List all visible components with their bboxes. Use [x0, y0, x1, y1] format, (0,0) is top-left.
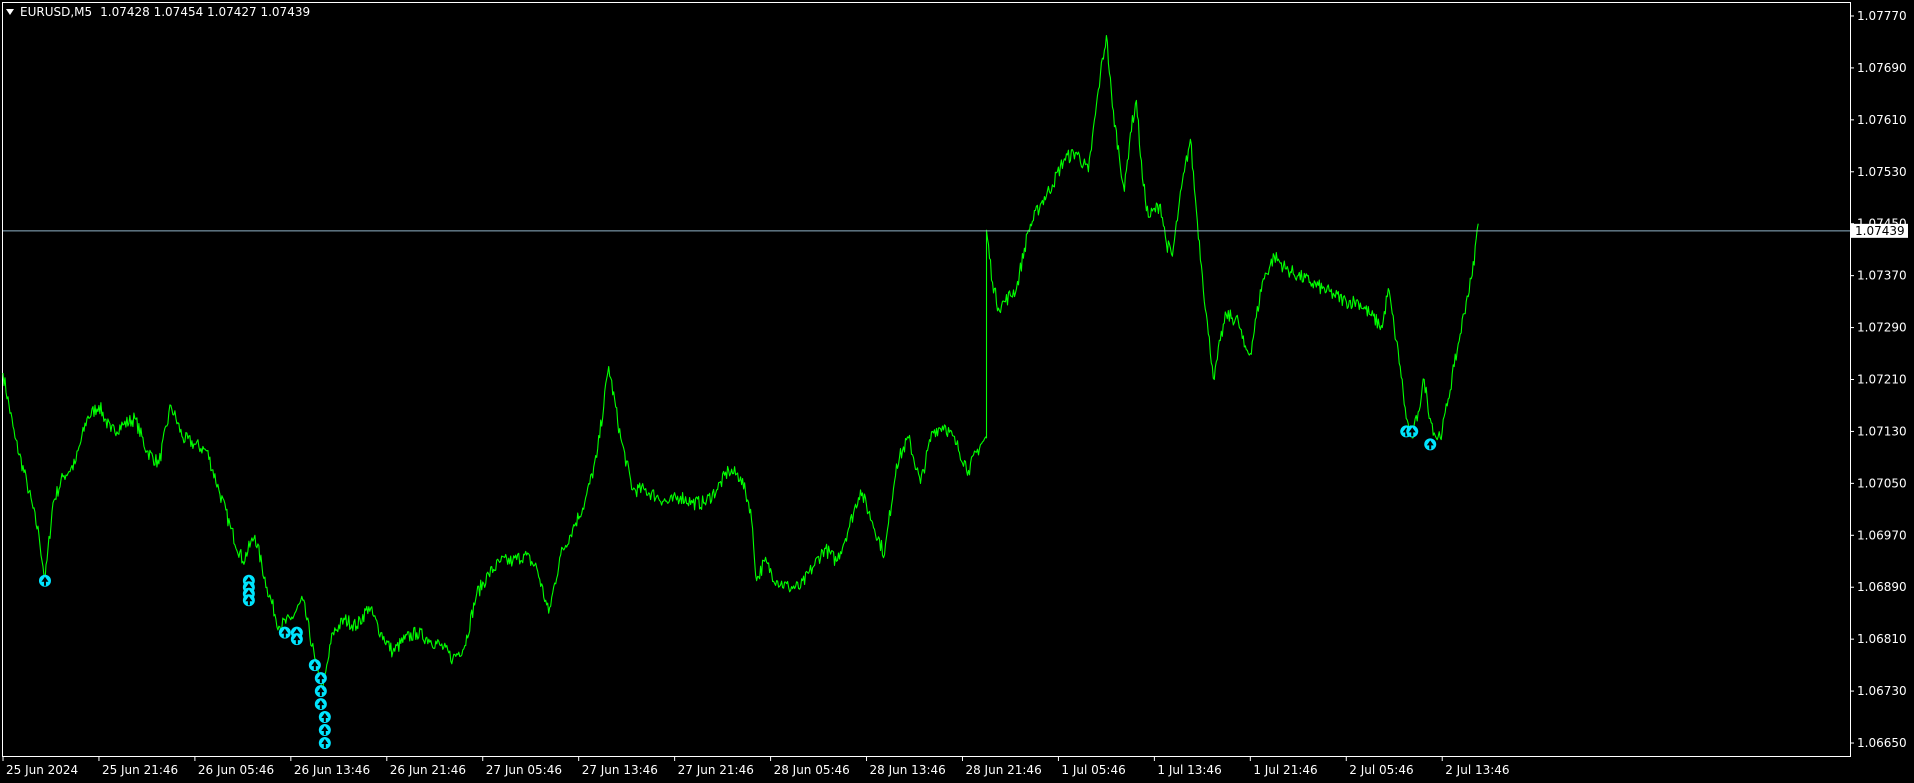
buy-arrow-icon: [314, 672, 327, 685]
buy-arrow-icon: [1406, 425, 1419, 438]
buy-arrow-icon: [308, 659, 321, 672]
symbol-label: EURUSD,M5: [20, 5, 92, 19]
y-tick-label: 1.07130: [1857, 424, 1907, 438]
y-tick-label: 1.07770: [1857, 9, 1907, 23]
buy-arrow-icon: [1424, 438, 1437, 451]
buy-arrow-icon: [318, 711, 331, 724]
y-tick-label: 1.06810: [1857, 632, 1907, 646]
chart-header: EURUSD,M5 1.07428 1.07454 1.07427 1.07439: [6, 5, 310, 19]
chart-window: 1.07770 1.07690 1.07610 1.07530 1.07450 1.073…: [0, 0, 1914, 783]
chart-background: [0, 0, 1914, 783]
x-tick-label: 26 Jun 13:46: [294, 763, 370, 777]
y-tick-label: 1.07370: [1857, 269, 1907, 283]
current-price-label: 1.07439: [1855, 224, 1905, 238]
x-tick-label: 1 Jul 05:46: [1061, 763, 1125, 777]
price-chart[interactable]: 1.077701.076901.076101.075301.074501.073…: [0, 0, 1914, 783]
buy-arrow-icon: [314, 698, 327, 711]
buy-arrow-icon: [38, 574, 51, 587]
x-tick-label: 1 Jul 21:46: [1253, 763, 1317, 777]
price-axis: 1.077701.076901.076101.075301.074501.073…: [1850, 9, 1907, 750]
buy-arrow-icon: [318, 724, 331, 737]
x-tick-label: 27 Jun 05:46: [486, 763, 562, 777]
y-tick-label: 1.06730: [1857, 684, 1907, 698]
x-tick-label: 2 Jul 13:46: [1445, 763, 1509, 777]
buy-arrow-icon: [278, 626, 291, 639]
y-tick-label: 1.07530: [1857, 165, 1907, 179]
y-tick-label: 1.07610: [1857, 113, 1907, 127]
x-tick-label: 26 Jun 05:46: [198, 763, 274, 777]
x-tick-label: 25 Jun 21:46: [102, 763, 178, 777]
x-tick-label: 27 Jun 13:46: [582, 763, 658, 777]
x-tick-label: 28 Jun 13:46: [870, 763, 946, 777]
buy-arrow-icon: [314, 685, 327, 698]
buy-arrow-icon: [318, 737, 331, 750]
x-tick-label: 1 Jul 13:46: [1157, 763, 1221, 777]
y-tick-label: 1.07210: [1857, 373, 1907, 387]
y-tick-label: 1.06650: [1857, 736, 1907, 750]
buy-arrow-icon: [290, 633, 303, 646]
chart-title: EURUSD,M5 1.07428 1.07454 1.07427 1.07439: [20, 5, 310, 19]
y-tick-label: 1.07050: [1857, 476, 1907, 490]
x-tick-label: 27 Jun 21:46: [678, 763, 754, 777]
y-tick-label: 1.06890: [1857, 580, 1907, 594]
x-tick-label: 28 Jun 05:46: [774, 763, 850, 777]
x-tick-label: 26 Jun 21:46: [390, 763, 466, 777]
x-tick-label: 28 Jun 21:46: [965, 763, 1041, 777]
y-tick-label: 1.07690: [1857, 61, 1907, 75]
buy-arrow-icon: [242, 594, 255, 607]
x-tick-label: 2 Jul 05:46: [1349, 763, 1413, 777]
ohlc-values: 1.07428 1.07454 1.07427 1.07439: [100, 5, 310, 19]
y-tick-label: 1.07290: [1857, 321, 1907, 335]
y-tick-label: 1.06970: [1857, 528, 1907, 542]
x-tick-label: 25 Jun 2024: [6, 763, 78, 777]
